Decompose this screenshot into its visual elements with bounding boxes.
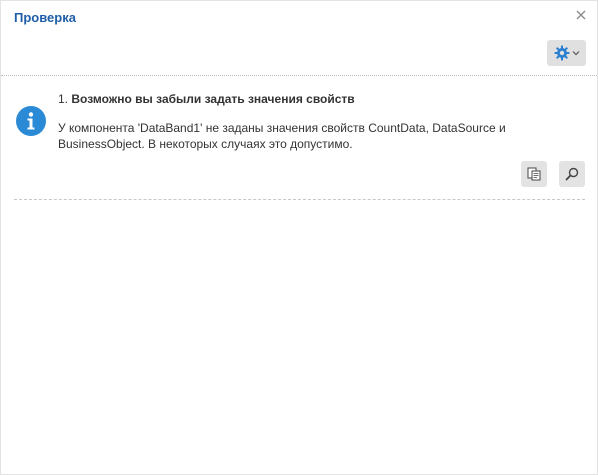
item-description: У компонента 'DataBand1' не заданы значе…: [58, 121, 506, 151]
check-item: 1. Возможно вы забыли задать значения св…: [14, 75, 585, 200]
item-number: 1.: [58, 92, 69, 106]
copy-icon: [527, 167, 541, 181]
find-button[interactable]: [559, 161, 585, 187]
settings-button[interactable]: [547, 40, 586, 66]
check-dialog: Проверка 1. Возможно вы забыли задать зн…: [0, 0, 598, 475]
copy-button[interactable]: [521, 161, 547, 187]
gear-icon: [554, 45, 569, 61]
item-heading: Возможно вы забыли задать значения свойс…: [71, 92, 355, 106]
dialog-toolbar: [1, 1, 597, 76]
item-title: 1. Возможно вы забыли задать значения св…: [58, 92, 355, 106]
chevron-down-icon: [572, 51, 579, 56]
search-icon: [565, 167, 579, 181]
info-icon: [16, 106, 46, 136]
